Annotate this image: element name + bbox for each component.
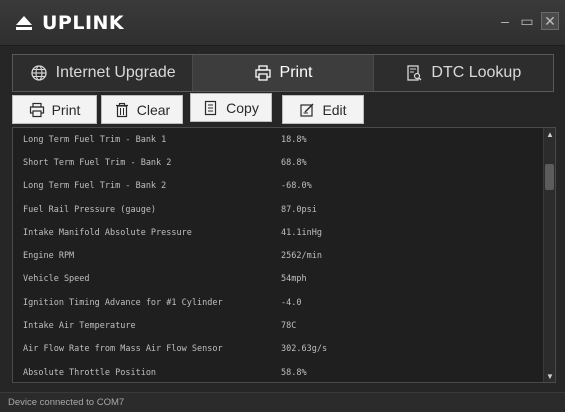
print-button-label: Print [51, 101, 81, 118]
row-value: 18.8% [281, 134, 307, 145]
clear-button[interactable]: Clear [101, 95, 183, 124]
copy-button-label: Copy [226, 99, 259, 116]
status-text: Device connected to COM7 [8, 397, 125, 408]
row-name: Long Term Fuel Trim - Bank 1 [23, 134, 167, 145]
edit-button[interactable]: Edit [282, 95, 364, 124]
trash-icon [115, 102, 128, 117]
row-value: 2562/min [281, 251, 322, 262]
data-list[interactable]: Long Term Fuel Trim - Bank 1 18.8% Short… [12, 127, 556, 383]
status-bar: Device connected to COM7 [0, 392, 565, 412]
copy-document-icon [205, 100, 217, 115]
eject-icon [16, 16, 32, 30]
app-window: UPLINK – ▭ ✕ Internet Upgrade Print DTC … [0, 0, 565, 412]
clear-button-label: Clear [136, 101, 171, 118]
list-item: Long Term Fuel Trim - Bank 1 18.8% [13, 128, 541, 151]
row-name: Fuel Rail Pressure (gauge) [23, 204, 157, 215]
tab-label: Internet Upgrade [55, 64, 176, 81]
row-name: Vehicle Speed [23, 274, 90, 285]
tab-label: DTC Lookup [431, 64, 522, 81]
close-button[interactable]: ✕ [541, 12, 559, 30]
list-item: Ignition Timing Advance for #1 Cylinder … [13, 291, 541, 314]
row-name: Ignition Timing Advance for #1 Cylinder [23, 297, 223, 308]
tab-dtc-lookup[interactable]: DTC Lookup [374, 55, 553, 91]
tab-label: Print [279, 64, 313, 81]
copy-button[interactable]: Copy [190, 93, 272, 122]
maximize-button[interactable]: ▭ [518, 12, 536, 30]
row-value: -4.0 [281, 297, 302, 308]
list-item: Intake Air Temperature 78C [13, 314, 541, 337]
tab-print[interactable]: Print [193, 55, 374, 91]
list-item: Short Term Fuel Trim - Bank 2 68.8% [13, 151, 541, 174]
scroll-thumb[interactable] [545, 164, 554, 190]
row-name: Air Flow Rate from Mass Air Flow Sensor [23, 344, 223, 355]
list-item: Intake Manifold Absolute Pressure 41.1in… [13, 221, 541, 244]
list-item: Vehicle Speed 54mph [13, 268, 541, 291]
row-value: 302.63g/s [281, 344, 328, 355]
row-value: 68.8% [281, 157, 307, 168]
list-item: Long Term Fuel Trim - Bank 2 -68.0% [13, 175, 541, 198]
row-value: 78C [281, 321, 297, 332]
list-item: Engine RPM 2562/min [13, 245, 541, 268]
printer-icon [29, 102, 44, 117]
edit-icon [300, 103, 314, 117]
row-name: Long Term Fuel Trim - Bank 2 [23, 181, 167, 192]
list-item: Air Flow Rate from Mass Air Flow Sensor … [13, 338, 541, 361]
tab-internet-upgrade[interactable]: Internet Upgrade [13, 55, 194, 91]
list-item: Fuel Rail Pressure (gauge) 87.0psi [13, 198, 541, 221]
scroll-down-icon[interactable]: ▼ [544, 370, 555, 382]
app-title: UPLINK [42, 12, 125, 34]
title-bar: UPLINK – ▭ ✕ [0, 0, 565, 46]
globe-icon [30, 65, 47, 81]
minimize-button[interactable]: – [496, 12, 514, 30]
row-value: 87.0psi [281, 204, 317, 215]
row-name: Absolute Throttle Position [23, 367, 157, 378]
row-value: 41.1inHg [281, 227, 322, 238]
search-document-icon [407, 65, 422, 81]
row-name: Intake Air Temperature [23, 321, 136, 332]
edit-button-label: Edit [322, 101, 347, 118]
app-logo: UPLINK [14, 10, 124, 36]
row-name: Intake Manifold Absolute Pressure [23, 227, 192, 238]
print-button[interactable]: Print [12, 95, 97, 124]
scroll-up-icon[interactable]: ▲ [544, 128, 555, 140]
vertical-scrollbar[interactable]: ▲ ▼ [543, 128, 555, 382]
row-value: 54mph [281, 274, 307, 285]
row-name: Short Term Fuel Trim - Bank 2 [23, 157, 172, 168]
tab-bar: Internet Upgrade Print DTC Lookup [12, 54, 554, 92]
printer-icon [254, 65, 271, 81]
list-item: Absolute Throttle Position 58.8% [13, 361, 541, 382]
row-value: 58.8% [281, 367, 307, 378]
row-value: -68.0% [281, 181, 312, 192]
row-name: Engine RPM [23, 251, 75, 262]
